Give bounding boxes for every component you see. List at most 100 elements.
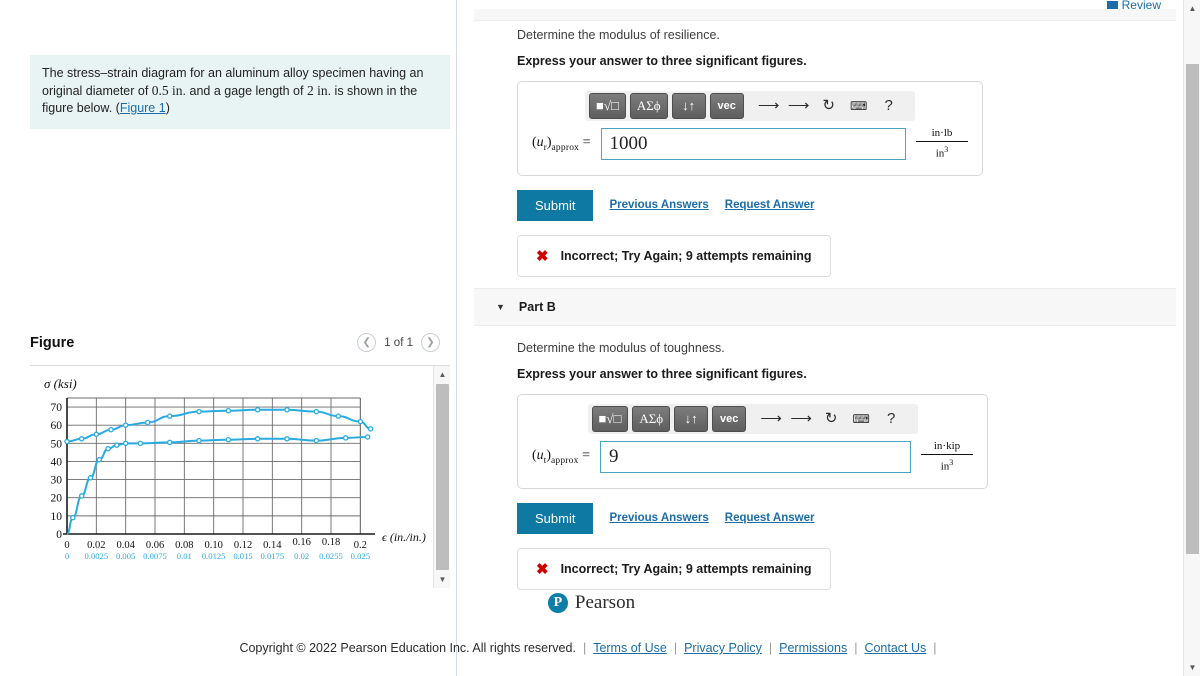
figure-scrollbar[interactable]: ▲ ▼	[433, 366, 450, 588]
footer-separator: |	[768, 641, 773, 655]
svg-text:0.16: 0.16	[292, 537, 310, 548]
chevron-left-icon[interactable]: ❮	[357, 333, 377, 352]
svg-text:σ (ksi): σ (ksi)	[44, 376, 77, 391]
part-a-unit-numerator: in·lb	[916, 127, 968, 142]
page-scrollbar[interactable]: ▲ ▼	[1183, 0, 1200, 676]
figure-panel: σ (ksi) 0 10 20 30 40 50 60 70 0 0.02 0.04 0.06 0.0…	[30, 365, 450, 588]
part-b-answer-input[interactable]	[599, 440, 911, 473]
scroll-up-icon[interactable]: ▲	[434, 366, 451, 383]
privacy-policy-link[interactable]: Privacy Policy	[684, 641, 762, 655]
part-b-unit: in·kip in3	[921, 440, 973, 474]
svg-text:0.2: 0.2	[354, 540, 367, 551]
reset-circle-icon[interactable]: ↻	[818, 406, 844, 432]
part-b-request-answer-link[interactable]: Request Answer	[725, 512, 815, 524]
scroll-down-icon[interactable]: ▼	[1184, 659, 1200, 676]
x-mark-icon: ✖	[536, 560, 549, 578]
svg-text:0.08: 0.08	[175, 540, 193, 551]
part-a-header-clipped[interactable]	[474, 9, 1176, 21]
svg-text:0.02: 0.02	[294, 551, 309, 561]
caret-down-icon[interactable]: ▼	[496, 302, 505, 312]
keyboard-icon[interactable]: ⌨	[846, 93, 872, 119]
svg-text:50: 50	[51, 438, 63, 450]
vector-button[interactable]: vec	[709, 93, 744, 119]
svg-text:0.0025: 0.0025	[85, 551, 109, 561]
left-panel: The stress–strain diagram for an aluminu…	[0, 0, 455, 676]
part-a-submit-row: Submit Previous Answers Request Answer	[517, 189, 1157, 221]
page-scroll-thumb[interactable]	[1186, 64, 1199, 554]
part-b-unit-numerator: in·kip	[921, 440, 973, 455]
greek-symbols-button[interactable]: ΑΣϕ	[629, 93, 668, 119]
updown-arrows-button[interactable]: ↓↑	[671, 93, 706, 119]
part-b-math-toolbar: ■√□ ΑΣϕ ↓↑ vec ⟶ ⟶ ↻ ⌨ ?	[587, 404, 918, 434]
svg-text:0.01: 0.01	[177, 551, 192, 561]
part-a-answer-input[interactable]	[600, 127, 906, 160]
scroll-up-icon[interactable]: ▲	[1184, 0, 1200, 17]
part-a-unit: in·lb in3	[916, 127, 968, 161]
part-a-previous-answers-link[interactable]: Previous Answers	[609, 199, 708, 211]
svg-text:40: 40	[51, 456, 63, 468]
part-a-answer-row: (ur)approx = in·lb in3	[518, 121, 982, 175]
problem-diameter: 0.5 in	[151, 83, 183, 98]
reset-circle-icon[interactable]: ↻	[816, 93, 842, 119]
greek-symbols-button[interactable]: ΑΣϕ	[632, 406, 671, 432]
x-mark-icon: ✖	[536, 247, 549, 265]
svg-text:20: 20	[51, 493, 63, 505]
figure-nav: ❮ 1 of 1 ❯	[357, 333, 440, 352]
part-b-feedback: ✖ Incorrect; Try Again; 9 attempts remai…	[517, 547, 831, 590]
chevron-right-icon[interactable]: ❯	[421, 333, 440, 352]
svg-text:0: 0	[65, 551, 69, 561]
svg-text:0: 0	[64, 540, 69, 551]
part-a-body: Determine the modulus of resilience. Exp…	[517, 27, 1157, 277]
sqrt-button[interactable]: ■√□	[591, 406, 629, 432]
part-b-submit-button[interactable]: Submit	[517, 502, 594, 534]
redo-arrow-icon[interactable]: ⟶	[786, 93, 812, 119]
footer-separator: |	[854, 641, 858, 655]
part-a-submit-button[interactable]: Submit	[517, 189, 594, 221]
svg-text:0.06: 0.06	[146, 540, 164, 551]
main-panel: Review Determine the modulus of resilien…	[457, 0, 1183, 676]
help-button[interactable]: ?	[878, 406, 904, 432]
svg-text:0.10: 0.10	[204, 540, 222, 551]
svg-text:0.0255: 0.0255	[319, 551, 343, 561]
part-a-feedback: ✖ Incorrect; Try Again; 9 attempts remai…	[517, 234, 831, 277]
part-a-unit-denominator: in3	[935, 145, 949, 160]
svg-text:0.0175: 0.0175	[261, 551, 285, 561]
part-a-question: Determine the modulus of resilience.	[517, 28, 720, 42]
problem-text-4: )	[165, 101, 170, 115]
footer-separator: |	[933, 641, 937, 655]
figure-scroll-thumb[interactable]	[436, 384, 449, 570]
vector-button[interactable]: vec	[712, 406, 747, 432]
redo-arrow-icon[interactable]: ⟶	[788, 406, 814, 432]
keyboard-icon[interactable]: ⌨	[848, 406, 874, 432]
sqrt-button[interactable]: ■√□	[589, 93, 626, 119]
problem-statement: The stress–strain diagram for an aluminu…	[30, 55, 450, 129]
svg-text:0: 0	[56, 529, 62, 541]
pearson-brand: P Pearson	[0, 592, 1183, 614]
undo-arrow-icon[interactable]: ⟶	[758, 406, 784, 432]
part-b-question: Determine the modulus of toughness.	[517, 341, 725, 355]
permissions-link[interactable]: Permissions	[779, 641, 847, 655]
footer-separator: |	[673, 641, 678, 655]
svg-text:0.14: 0.14	[263, 540, 282, 551]
problem-length: 2 in	[306, 83, 328, 98]
footer-separator: |	[582, 641, 587, 655]
part-b-header[interactable]: ▼ Part B	[474, 288, 1176, 326]
footer-copyright: Copyright © 2022 Pearson Education Inc. …	[0, 641, 1183, 655]
terms-of-use-link[interactable]: Terms of Use	[593, 641, 667, 655]
figure-counter: 1 of 1	[384, 336, 413, 349]
part-a-math-toolbar: ■√□ ΑΣϕ ↓↑ vec ⟶ ⟶ ↻ ⌨ ?	[585, 91, 915, 121]
updown-arrows-button[interactable]: ↓↑	[674, 406, 709, 432]
figure-1-link[interactable]: Figure 1	[120, 101, 166, 115]
figure-header: Figure ❮ 1 of 1 ❯	[30, 333, 450, 363]
part-b-previous-answers-link[interactable]: Previous Answers	[609, 512, 708, 524]
part-a-request-answer-link[interactable]: Request Answer	[725, 199, 815, 211]
svg-text:0.18: 0.18	[322, 537, 340, 548]
undo-arrow-icon[interactable]: ⟶	[756, 93, 782, 119]
svg-text:0.12: 0.12	[234, 540, 252, 551]
part-a-feedback-text: Incorrect; Try Again; 9 attempts remaini…	[560, 248, 812, 263]
svg-text:0.015: 0.015	[233, 551, 252, 561]
contact-us-link[interactable]: Contact Us	[864, 641, 926, 655]
svg-text:0.0075: 0.0075	[143, 551, 167, 561]
scroll-down-icon[interactable]: ▼	[434, 571, 451, 588]
help-button[interactable]: ?	[876, 93, 902, 119]
